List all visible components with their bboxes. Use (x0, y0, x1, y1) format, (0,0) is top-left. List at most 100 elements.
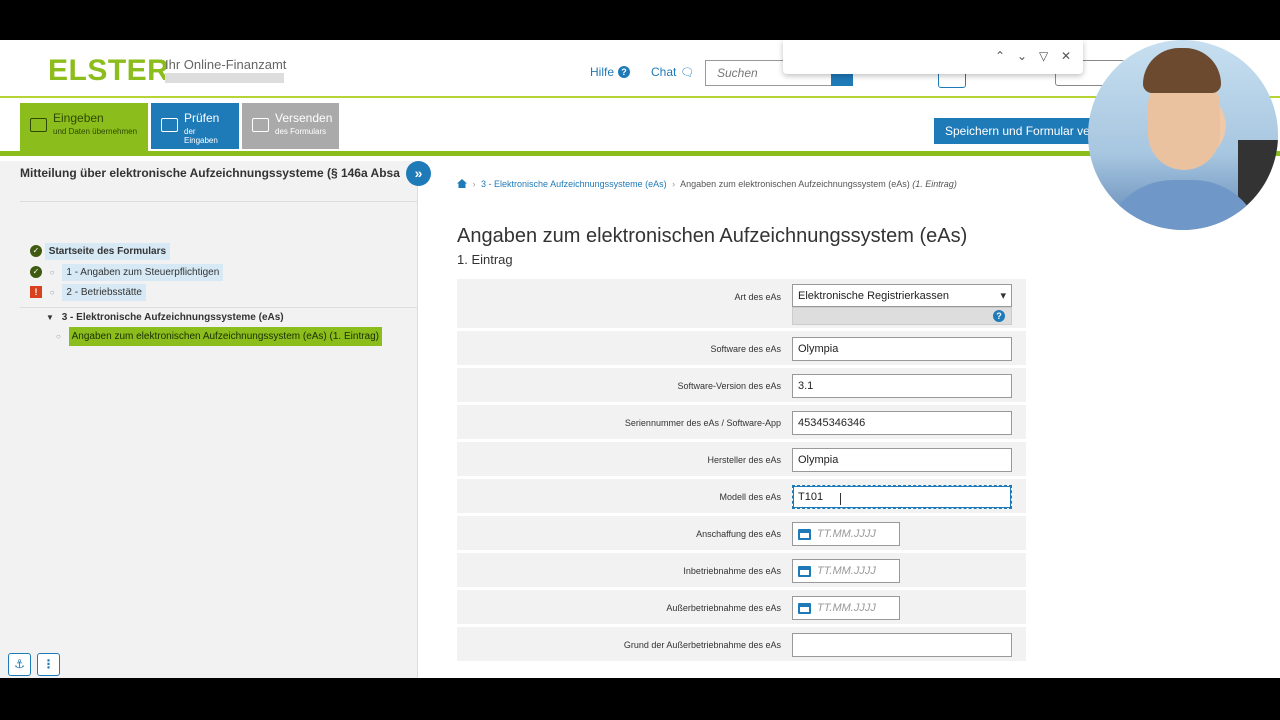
step-tab-eingeben[interactable]: Eingeben und Daten übernehmen (20, 103, 148, 153)
form-sidebar: Mitteilung über elektronische Aufzeichnu… (0, 161, 431, 678)
step-title: Eingeben (53, 111, 104, 125)
form-row-grund: Grund der Außerbetriebnahme des eAs (457, 627, 1026, 664)
webcam-overlay (1088, 40, 1278, 230)
chat-label: Chat (651, 65, 677, 79)
select-info-bar: ? (792, 307, 1012, 325)
software-input[interactable]: Olympia (792, 337, 1012, 361)
sidebar-item-label: 2 - Betriebsstätte (62, 283, 146, 301)
sidebar-item-eintrag-1[interactable]: ○ Angaben zum elektronischen Aufzeichnun… (56, 327, 383, 346)
main-content: › 3 - Elektronische Aufzeichnungssysteme… (419, 161, 1280, 678)
sidebar-item-aufzeichnungssysteme[interactable]: ▼ 3 - Elektronische Aufzeichnungssysteme… (46, 312, 284, 323)
field-label: Hersteller des eAs (707, 455, 781, 465)
form-row-software: Software des eAs Olympia (457, 331, 1026, 368)
bullet-icon: ○ (56, 332, 61, 341)
divider (20, 307, 418, 308)
sidebar-item-label: 3 - Elektronische Aufzeichnungssysteme (… (61, 312, 284, 323)
date-placeholder: TT.MM.JJJJ (817, 528, 876, 540)
home-icon[interactable] (457, 179, 467, 188)
breadcrumb-current-suffix: (1. Eintrag) (912, 179, 957, 189)
text-cursor-icon (840, 493, 842, 505)
collapse-sidebar-button[interactable]: » (406, 161, 431, 186)
page-subtitle: 1. Eintrag (457, 252, 513, 267)
help-icon[interactable]: ? (993, 310, 1005, 322)
decommissioning-date-input[interactable]: TT.MM.JJJJ (792, 596, 900, 620)
chat-bubble-icon: 🗨 (680, 66, 695, 79)
logo-subtitle: Ihr Online-Finanzamt (165, 57, 287, 72)
step-tab-versenden[interactable]: Versenden des Formulars (242, 103, 339, 149)
edit-icon (30, 118, 47, 132)
field-label: Inbetriebnahme des eAs (683, 566, 781, 576)
find-close-icon[interactable]: ✕ (1061, 49, 1071, 63)
art-select[interactable]: Elektronische Registrierkassen (792, 284, 1012, 307)
form-row-serial: Seriennummer des eAs / Software-App 4534… (457, 405, 1026, 442)
form-row-version: Software-Version des eAs 3.1 (457, 368, 1026, 405)
sidebar-form-title: Mitteilung über elektronische Aufzeichnu… (20, 166, 400, 180)
field-label: Modell des eAs (719, 492, 781, 502)
more-options-icon[interactable]: ⋮ (37, 653, 60, 676)
bullet-icon: ○ (49, 287, 55, 297)
check-icon: ✓ (30, 266, 42, 278)
help-icon: ? (618, 66, 631, 78)
software-version-input[interactable]: 3.1 (792, 374, 1012, 398)
chat-link[interactable]: Chat 🗨 (651, 65, 694, 79)
elster-logo[interactable]: ELSTER (48, 54, 169, 88)
find-prev-icon[interactable]: ⌃ (995, 49, 1005, 63)
warning-icon: ! (30, 286, 42, 298)
top-header: ELSTER Ihr Online-Finanzamt Hilfe ? Chat… (0, 40, 1280, 98)
form-row-hersteller: Hersteller des eAs Olympia (457, 442, 1026, 479)
breadcrumb-separator: › (672, 179, 676, 189)
date-placeholder: TT.MM.JJJJ (817, 565, 876, 577)
field-label: Grund der Außerbetriebnahme des eAs (623, 640, 781, 650)
calendar-icon[interactable] (798, 566, 811, 577)
sidebar-item-betriebsstaette[interactable]: ! ○ 2 - Betriebsstätte (30, 283, 146, 301)
presenter-hair (1143, 48, 1221, 93)
form-row-modell: Modell des eAs T101 (457, 479, 1026, 516)
field-label: Außerbetriebnahme des eAs (666, 603, 781, 613)
page-title: Angaben zum elektronischen Aufzeichnungs… (457, 225, 968, 247)
find-next-icon[interactable]: ⌄ (1017, 49, 1027, 63)
breadcrumb: › 3 - Elektronische Aufzeichnungssysteme… (457, 179, 957, 189)
browser-find-bar: ⌃ ⌄ ▽ ✕ (783, 40, 1083, 74)
field-label: Software des eAs (710, 344, 781, 354)
field-label: Software-Version des eAs (677, 381, 781, 391)
step-subtitle: der Eingaben (184, 127, 218, 145)
envelope-icon (252, 118, 269, 132)
sidebar-item-label: Startseite des Formulars (44, 242, 171, 260)
sidebar-item-label: Angaben zum elektronischen Aufzeichnungs… (68, 327, 383, 346)
breadcrumb-separator: › (472, 179, 476, 189)
help-link[interactable]: Hilfe ? (590, 65, 631, 79)
check-document-icon (161, 118, 178, 132)
field-label: Seriennummer des eAs / Software-App (624, 418, 781, 428)
serial-number-input[interactable]: 45345346346 (792, 411, 1012, 435)
commissioning-date-input[interactable]: TT.MM.JJJJ (792, 559, 900, 583)
field-label: Anschaffung des eAs (696, 529, 781, 539)
sidebar-bottom-tools: ⚓ ⋮ (8, 653, 66, 676)
manufacturer-input[interactable]: Olympia (792, 448, 1012, 472)
save-and-exit-button[interactable]: Speichern und Formular verlassen (934, 118, 1114, 144)
acquisition-date-input[interactable]: TT.MM.JJJJ (792, 522, 900, 546)
divider (20, 201, 418, 202)
date-placeholder: TT.MM.JJJJ (817, 602, 876, 614)
form-row-anschaffung: Anschaffung des eAs TT.MM.JJJJ (457, 516, 1026, 553)
sidebar-item-start[interactable]: ✓ Startseite des Formulars (30, 242, 171, 260)
step-tab-pruefen[interactable]: Prüfen der Eingaben (151, 103, 239, 149)
breadcrumb-current: Angaben zum elektronischen Aufzeichnungs… (680, 179, 910, 189)
caret-down-icon: ▼ (46, 313, 54, 322)
step-title: Versenden (275, 111, 333, 125)
eas-form: Art des eAs Elektronische Registrierkass… (457, 279, 1026, 664)
decommissioning-reason-input[interactable] (792, 633, 1012, 657)
calendar-icon[interactable] (798, 529, 811, 540)
sidebar-item-label: 1 - Angaben zum Steuerpflichtigen (62, 263, 224, 281)
find-filter-icon[interactable]: ▽ (1039, 49, 1048, 63)
calendar-icon[interactable] (798, 603, 811, 614)
form-row-ausserbetriebnahme: Außerbetriebnahme des eAs TT.MM.JJJJ (457, 590, 1026, 627)
sidebar-item-steuerpflichtige[interactable]: ✓ ○ 1 - Angaben zum Steuerpflichtigen (30, 263, 224, 281)
model-input[interactable]: T101 (792, 485, 1012, 509)
accessibility-icon[interactable]: ⚓ (8, 653, 31, 676)
logo-placeholder-bar (165, 73, 284, 83)
step-subtitle: des Formulars (275, 127, 327, 136)
breadcrumb-link[interactable]: 3 - Elektronische Aufzeichnungssysteme (… (481, 179, 667, 189)
check-icon: ✓ (30, 245, 42, 257)
step-title: Prüfen (184, 111, 220, 125)
field-label: Art des eAs (734, 292, 781, 302)
